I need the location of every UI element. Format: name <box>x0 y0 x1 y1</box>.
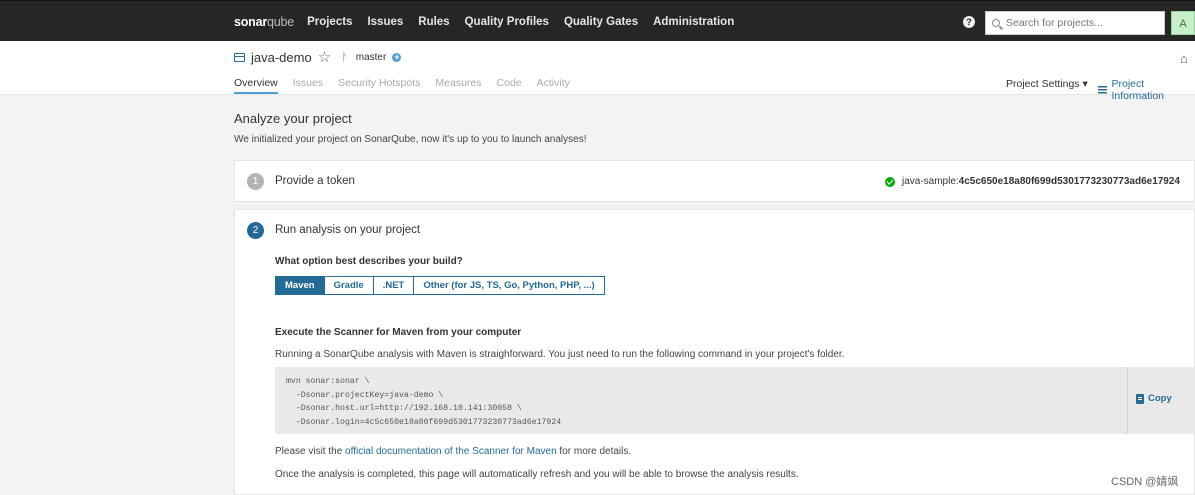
project-tabs: Overview Issues Security Hotspots Measur… <box>234 77 585 94</box>
exec-description: Running a SonarQube analysis with Maven … <box>275 349 845 360</box>
tab-measures[interactable]: Measures <box>435 77 481 94</box>
favorite-star-icon[interactable]: ☆ <box>318 50 331 65</box>
project-name[interactable]: java-demo <box>251 50 312 65</box>
watermark: CSDN @婧飒 <box>1111 476 1179 488</box>
tab-code[interactable]: Code <box>497 77 522 94</box>
nav-links: sonarqube Projects Issues Rules Quality … <box>234 1 749 42</box>
option-dotnet-button[interactable]: .NET <box>373 276 415 295</box>
option-gradle-button[interactable]: Gradle <box>324 276 374 295</box>
nav-rules[interactable]: Rules <box>418 16 449 28</box>
search-input[interactable] <box>1006 17 1156 29</box>
copy-area: Copy <box>1127 367 1195 434</box>
avatar[interactable]: A <box>1171 11 1195 35</box>
project-breadcrumb: java-demo ☆ ᚠ master + <box>234 50 402 65</box>
top-navbar: sonarqube Projects Issues Rules Quality … <box>0 0 1195 41</box>
project-settings-menu[interactable]: Project Settings ▾ <box>1006 78 1088 90</box>
step-run-analysis: 2 Run analysis on your project What opti… <box>234 209 1195 495</box>
command-code-block: mvn sonar:sonar \ -Dsonar.projectKey=jav… <box>275 367 1195 434</box>
check-icon <box>884 176 895 187</box>
nav-projects[interactable]: Projects <box>307 16 352 28</box>
logo-text-rest: qube <box>267 14 295 29</box>
step-title: Run analysis on your project <box>275 224 421 236</box>
project-icon <box>234 53 245 62</box>
page-subtitle: We initialized your project on SonarQube… <box>234 134 587 145</box>
tab-overview[interactable]: Overview <box>234 77 278 94</box>
copy-label: Copy <box>1148 393 1172 404</box>
step-number-2: 2 <box>247 222 264 239</box>
search-box[interactable] <box>985 11 1165 35</box>
add-branch-icon[interactable]: + <box>392 53 402 62</box>
visit-prefix: Please visit the <box>275 446 346 457</box>
tab-security-hotspots[interactable]: Security Hotspots <box>338 77 420 94</box>
project-header: java-demo ☆ ᚠ master + ⌂ Overview Issues… <box>0 41 1195 102</box>
token-display: java-sample: 4c5c650e18a80f699d530177323… <box>884 176 1180 187</box>
branch-name[interactable]: master <box>356 52 387 63</box>
build-option-group: Maven Gradle .NET Other (for JS, TS, Go,… <box>275 276 605 295</box>
page-title: Analyze your project <box>234 111 352 126</box>
token-value: 4c5c650e18a80f699d5301773230773ad6e17924 <box>958 176 1180 187</box>
nav-issues[interactable]: Issues <box>367 16 403 28</box>
step-number-1: 1 <box>247 173 264 190</box>
exec-title: Execute the Scanner for Maven from your … <box>275 327 522 338</box>
option-maven-button[interactable]: Maven <box>275 276 325 295</box>
token-name: java-sample: <box>901 176 959 187</box>
help-icon[interactable]: ? <box>963 16 975 28</box>
list-icon <box>1098 86 1108 94</box>
nav-quality-gates[interactable]: Quality Gates <box>564 16 638 28</box>
visit-suffix: for more details. <box>556 446 632 457</box>
visit-docs-text: Please visit the official documentation … <box>275 446 631 457</box>
build-question: What option best describes your build? <box>275 256 463 267</box>
clipboard-icon <box>1136 393 1144 404</box>
branch-icon: ᚠ <box>341 51 348 64</box>
sonarqube-logo[interactable]: sonarqube <box>234 15 294 29</box>
step-provide-token: 1 Provide a token java-sample: 4c5c650e1… <box>234 160 1195 202</box>
tab-issues[interactable]: Issues <box>293 77 323 94</box>
logo-text-bold: sonar <box>234 14 268 29</box>
step-title: Provide a token <box>275 175 355 187</box>
search-icon <box>992 19 1000 27</box>
scanner-docs-link[interactable]: official documentation of the Scanner fo… <box>345 446 557 457</box>
option-other-button[interactable]: Other (for JS, TS, Go, Python, PHP, ...) <box>414 276 605 295</box>
tab-activity[interactable]: Activity <box>537 77 570 94</box>
command-code[interactable]: mvn sonar:sonar \ -Dsonar.projectKey=jav… <box>286 375 561 429</box>
copy-button[interactable]: Copy <box>1136 393 1172 404</box>
home-icon[interactable]: ⌂ <box>1180 51 1188 66</box>
project-information-link[interactable]: Project Information <box>1098 78 1195 102</box>
nav-administration[interactable]: Administration <box>653 16 734 28</box>
nav-quality-profiles[interactable]: Quality Profiles <box>465 16 549 28</box>
project-information-label: Project Information <box>1111 78 1165 102</box>
refresh-note: Once the analysis is completed, this pag… <box>275 469 799 480</box>
